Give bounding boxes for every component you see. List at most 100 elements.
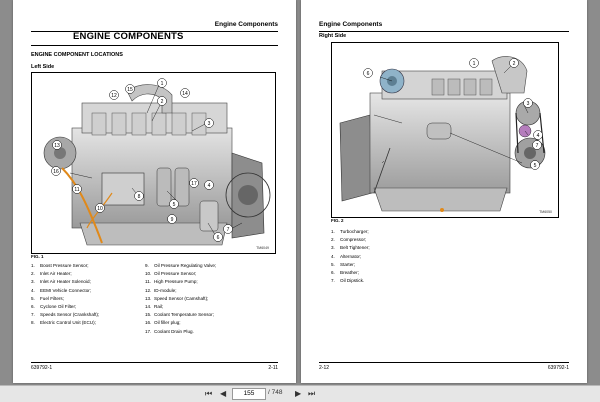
legend-item-text: EEMI Vehicle Connector; — [40, 287, 92, 293]
fig2-code: TM6050 — [539, 210, 552, 214]
legend-item: 3. Inlet Air Heater Solenoid; — [31, 278, 99, 286]
callout-11: 11 — [72, 184, 82, 194]
svg-text:1: 1 — [161, 81, 164, 87]
right-header-title: Engine Components — [319, 21, 383, 28]
left-page-footer: 639792-1 2-11 — [31, 362, 278, 373]
last-page-icon[interactable]: ⏭ — [308, 389, 315, 399]
page-number-input[interactable] — [232, 388, 266, 400]
legend-item: 6. Breather; — [331, 269, 370, 277]
legend-item-number: 2. — [331, 237, 335, 243]
legend-item: 5. Starter; — [331, 261, 370, 269]
legend-item-number: 6. — [31, 304, 35, 310]
legend-item: 15. Coolant Temperature Sensor; — [145, 311, 216, 319]
legend-item-text: ID-module; — [154, 287, 177, 293]
legend-item: 1. Boost Pressure Sensor; — [31, 262, 99, 270]
right-footer-page-number: 2-12 — [319, 365, 330, 371]
legend-item: 14. Rail; — [145, 303, 216, 311]
legend-item-number: 13. — [145, 295, 152, 301]
legend-item-text: Rail; — [154, 304, 164, 310]
legend-item-text: Alternator; — [340, 253, 362, 259]
svg-text:14: 14 — [182, 91, 188, 97]
fig2-label: FIG. 2 — [331, 218, 344, 223]
legend-item: 10. Oil Pressure Sensor; — [145, 270, 216, 278]
callout-12: 12 — [109, 90, 119, 100]
callout-7: 7 — [223, 224, 233, 234]
legend-item-number: 9. — [145, 263, 149, 268]
next-page-icon[interactable]: ▶ — [295, 389, 301, 399]
legend-item-text: Belt Tightener; — [340, 245, 370, 251]
legend-item-text: Coolant Temperature Sensor; — [154, 312, 214, 318]
svg-text:3: 3 — [527, 101, 530, 107]
engine-left-illustration: 1 2 3 4 5 6 7 8 9 10 11 12 13 14 15 16 1 — [43, 78, 271, 246]
legend-item-number: 2. — [31, 271, 35, 277]
legend-item-text: Speed Sensor (Camshaft); — [154, 295, 209, 301]
legend-item-text: Oil filler plug; — [154, 320, 181, 326]
legend-item: 4. Alternator; — [331, 253, 370, 261]
callout-r2: 2 — [509, 58, 519, 68]
callout-17: 17 — [189, 178, 199, 188]
callout-4: 4 — [204, 180, 214, 190]
prev-page-icon[interactable]: ◀ — [220, 389, 226, 399]
callout-13: 13 — [52, 140, 62, 150]
fig1-code: TM6049 — [256, 246, 269, 250]
callout-10: 10 — [95, 203, 105, 213]
svg-text:5: 5 — [534, 163, 537, 169]
engine-right-illustration: 1 2 3 4 5 6 7 — [339, 56, 546, 212]
callout-r3: 3 — [523, 98, 533, 108]
svg-text:11: 11 — [74, 187, 79, 193]
left-footer-page-number: 2-11 — [268, 365, 278, 371]
callout-r7: 7 — [532, 140, 542, 150]
legend-item-number: 15. — [145, 312, 152, 318]
svg-text:3: 3 — [208, 121, 211, 127]
legend-item-text: Inlet Air Heater; — [40, 271, 72, 277]
legend-item-text: Cyclone Oil Filter; — [40, 304, 77, 310]
right-footer-doc-id: 639792-1 — [547, 365, 569, 371]
legend-item-text: Starter; — [340, 261, 356, 267]
legend-item-number: 10. — [145, 271, 152, 277]
total-pages: / 748 — [268, 389, 283, 396]
legend-item-number: 14. — [145, 304, 152, 310]
legend-item: 13. Speed Sensor (Camshaft); — [145, 295, 216, 303]
legend-item-number: 12. — [145, 287, 152, 293]
svg-text:16: 16 — [53, 169, 59, 175]
svg-text:2: 2 — [513, 61, 516, 67]
svg-text:17: 17 — [191, 181, 197, 187]
pdf-navigation-toolbar: ⏮ ◀ / 748 ▶ ⏭ — [0, 385, 600, 402]
right-page-footer: 2-12 639792-1 — [319, 362, 569, 373]
left-footer-doc-id: 639792-1 — [31, 365, 53, 371]
right-page: Engine Components Right Side 1 2 3 4 5 6… — [301, 0, 587, 383]
svg-text:4: 4 — [537, 133, 540, 139]
legend-item-number: 11. — [145, 279, 152, 285]
svg-text:1: 1 — [473, 61, 476, 67]
svg-text:2: 2 — [161, 99, 164, 105]
legend-item-number: 1. — [331, 229, 335, 234]
legend-item: 6. Cyclone Oil Filter; — [31, 303, 99, 311]
legend-item-number: 16. — [145, 320, 152, 326]
legend-item: 4. EEMI Vehicle Connector; — [31, 287, 99, 295]
svg-text:6: 6 — [367, 71, 370, 77]
svg-text:7: 7 — [536, 143, 539, 149]
legend-item: 2. Inlet Air Heater; — [31, 270, 99, 278]
left-header-title: Engine Components — [214, 21, 278, 28]
left-page-header: Engine Components — [31, 18, 278, 32]
legend-item: 8. Electric Control Unit (ECU); — [31, 319, 99, 327]
callout-1: 1 — [157, 78, 167, 88]
legend-item: 5. Fuel Filters; — [31, 295, 99, 303]
legend-item-text: Boost Pressure Sensor; — [40, 263, 89, 268]
legend-item-number: 4. — [31, 287, 35, 293]
svg-text:7: 7 — [227, 227, 230, 233]
svg-text:15: 15 — [127, 87, 133, 93]
legend-item: 1. Turbocharger; — [331, 228, 370, 236]
legend-item: 11. High Pressure Pump; — [145, 278, 216, 286]
legend-item-text: Inlet Air Heater Solenoid; — [40, 279, 91, 285]
legend-item-text: Breather; — [340, 270, 359, 276]
right-side-subtitle: Right Side — [319, 33, 347, 39]
legend-item-text: High Pressure Pump; — [154, 279, 198, 285]
callout-r1: 1 — [469, 58, 479, 68]
first-page-icon[interactable]: ⏮ — [205, 389, 212, 399]
fig1-label: FIG. 1 — [31, 254, 44, 259]
right-page-header: Engine Components — [319, 18, 569, 32]
legend-item-number: 17. — [145, 328, 152, 334]
fig1-legend-col2: 9. Oil Pressure Regulating Valve; 10. Oil P… — [145, 262, 216, 336]
legend-item: 17. Coolant Drain Plug. — [145, 328, 216, 336]
